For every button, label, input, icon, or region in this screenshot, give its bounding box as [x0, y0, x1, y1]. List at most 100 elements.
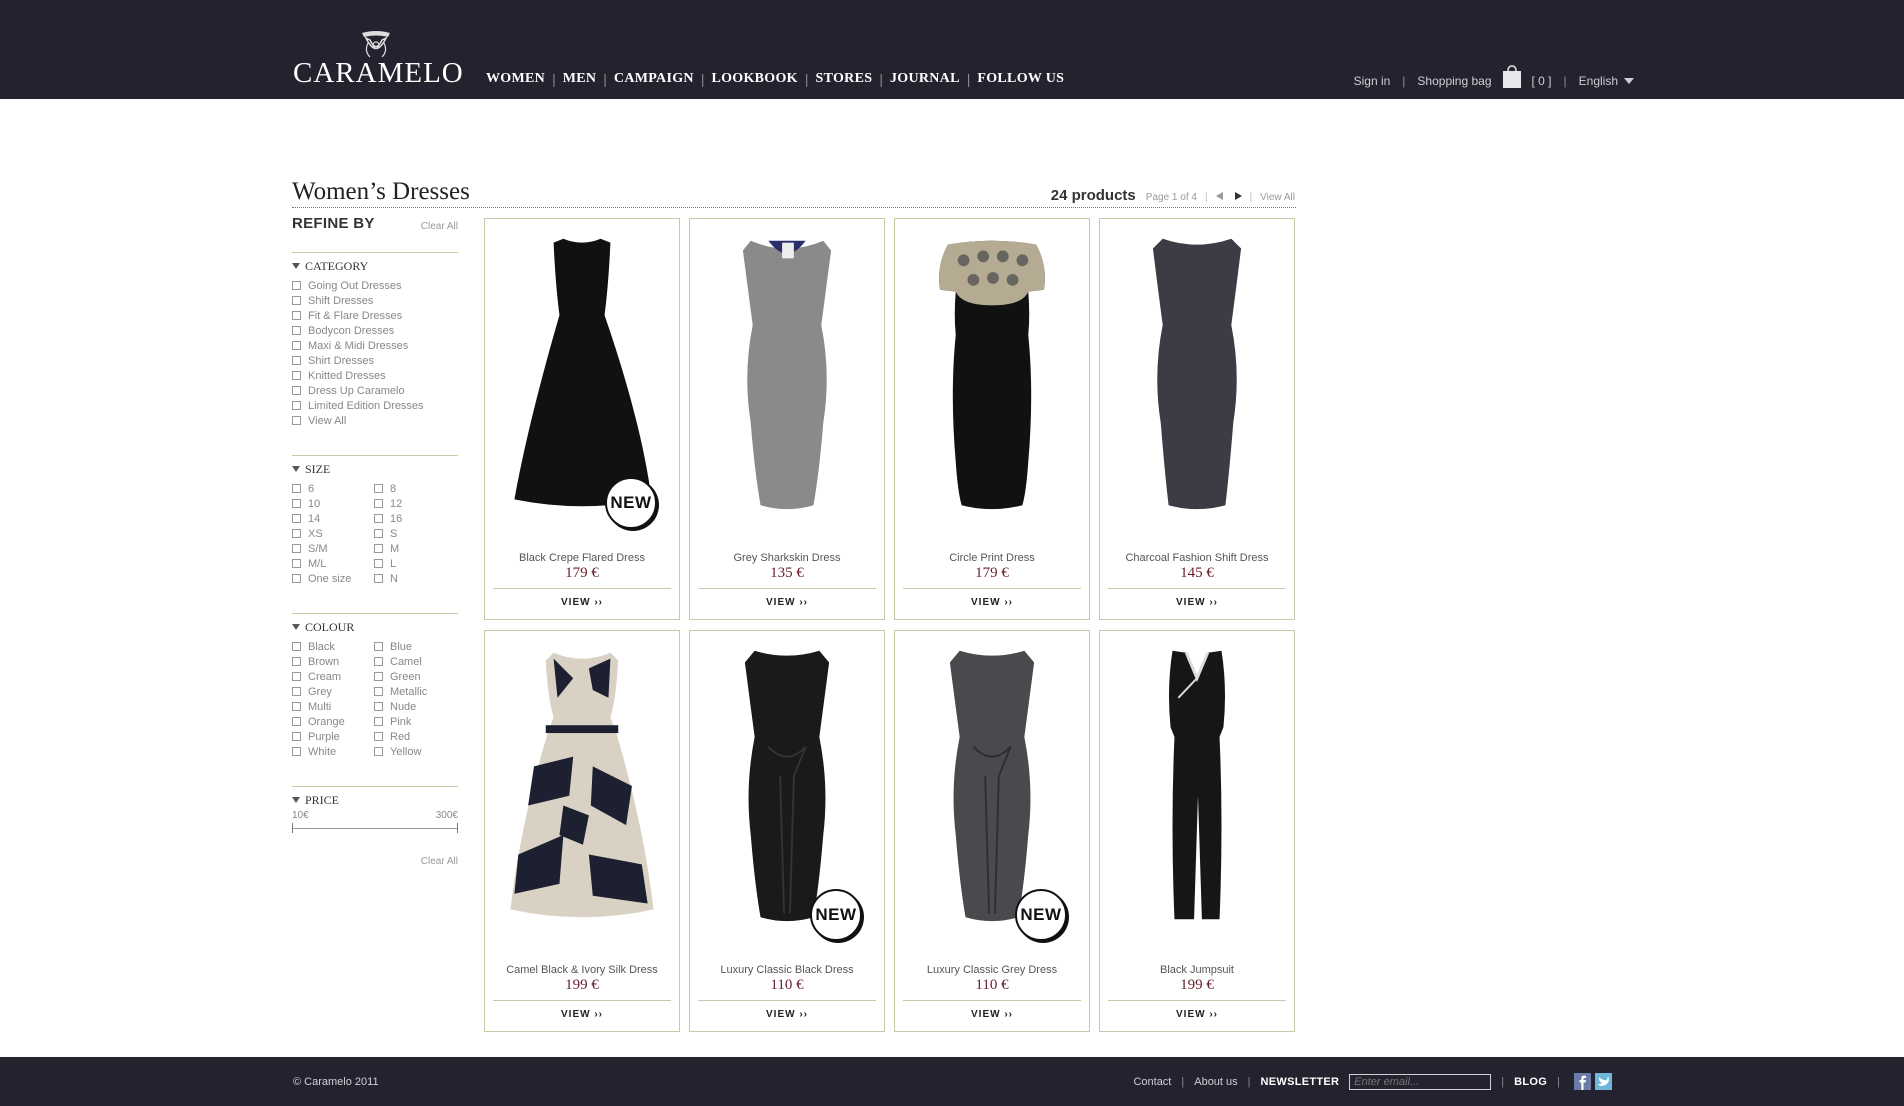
colour-option[interactable]: Yellow [374, 744, 456, 759]
checkbox[interactable] [292, 484, 301, 493]
view-product-button[interactable]: VIEW ›› [690, 1009, 884, 1020]
checkbox[interactable] [374, 702, 383, 711]
product-card[interactable]: Grey Sharkskin Dress 135 € VIEW ›› [689, 218, 885, 620]
product-image[interactable] [903, 639, 1081, 929]
checkbox[interactable] [292, 499, 301, 508]
checkbox[interactable] [292, 529, 301, 538]
category-option[interactable]: Shirt Dresses [292, 353, 458, 368]
view-product-button[interactable]: VIEW ›› [1100, 597, 1294, 608]
newsletter-email-input[interactable] [1349, 1073, 1492, 1090]
colour-option[interactable]: Brown [292, 654, 374, 669]
colour-option[interactable]: Pink [374, 714, 456, 729]
colour-option[interactable]: Red [374, 729, 456, 744]
colour-option[interactable]: Black [292, 639, 374, 654]
colour-option[interactable]: White [292, 744, 374, 759]
category-option[interactable]: Maxi & Midi Dresses [292, 338, 458, 353]
product-name[interactable]: Circle Print Dress [895, 552, 1089, 564]
product-card[interactable]: Black Jumpsuit 199 € VIEW ›› [1099, 630, 1295, 1032]
checkbox[interactable] [374, 642, 383, 651]
clear-all-button[interactable]: Clear All [421, 221, 458, 232]
product-card[interactable]: NEW Black Crepe Flared Dress 179 € VIEW ›› [484, 218, 680, 620]
checkbox[interactable] [374, 529, 383, 538]
category-option[interactable]: Bodycon Dresses [292, 323, 458, 338]
product-image[interactable] [698, 639, 876, 929]
size-option[interactable]: 10 [292, 496, 374, 511]
size-option[interactable]: 6 [292, 481, 374, 496]
category-toggle[interactable]: CATEGORY [292, 256, 458, 276]
checkbox[interactable] [374, 574, 383, 583]
size-option[interactable]: 16 [374, 511, 456, 526]
category-option[interactable]: Shift Dresses [292, 293, 458, 308]
nav-men[interactable]: MEN [563, 71, 597, 87]
nav-journal[interactable]: JOURNAL [890, 71, 960, 87]
nav-campaign[interactable]: CAMPAIGN [614, 71, 694, 87]
checkbox[interactable] [374, 514, 383, 523]
twitter-icon[interactable] [1595, 1073, 1612, 1090]
product-name[interactable]: Luxury Classic Grey Dress [895, 964, 1089, 976]
checkbox[interactable] [374, 672, 383, 681]
product-name[interactable]: Black Crepe Flared Dress [485, 552, 679, 564]
checkbox[interactable] [292, 341, 301, 350]
about-link[interactable]: About us [1194, 1076, 1237, 1088]
category-option[interactable]: Fit & Flare Dresses [292, 308, 458, 323]
checkbox[interactable] [292, 672, 301, 681]
view-product-button[interactable]: VIEW ›› [690, 597, 884, 608]
checkbox[interactable] [374, 484, 383, 493]
size-option[interactable]: 14 [292, 511, 374, 526]
price-slider[interactable] [292, 823, 458, 835]
price-toggle[interactable]: PRICE [292, 790, 458, 810]
size-option[interactable]: N [374, 571, 456, 586]
category-option[interactable]: View All [292, 413, 458, 428]
product-image[interactable] [1108, 639, 1286, 929]
product-name[interactable]: Grey Sharkskin Dress [690, 552, 884, 564]
category-option[interactable]: Going Out Dresses [292, 278, 458, 293]
checkbox[interactable] [374, 544, 383, 553]
slider-max-handle[interactable] [457, 823, 458, 833]
contact-link[interactable]: Contact [1133, 1076, 1171, 1088]
checkbox[interactable] [374, 499, 383, 508]
checkbox[interactable] [374, 732, 383, 741]
checkbox[interactable] [374, 747, 383, 756]
size-option[interactable]: S [374, 526, 456, 541]
checkbox[interactable] [292, 514, 301, 523]
checkbox[interactable] [292, 416, 301, 425]
product-image[interactable] [698, 227, 876, 517]
checkbox[interactable] [292, 687, 301, 696]
product-image[interactable] [493, 227, 671, 517]
sign-in-link[interactable]: Sign in [1354, 74, 1391, 88]
colour-option[interactable]: Grey [292, 684, 374, 699]
category-option[interactable]: Dress Up Caramelo [292, 383, 458, 398]
view-product-button[interactable]: VIEW ›› [895, 597, 1089, 608]
checkbox[interactable] [292, 574, 301, 583]
view-product-button[interactable]: VIEW ›› [485, 1009, 679, 1020]
nav-lookbook[interactable]: LOOKBOOK [711, 71, 797, 87]
clear-all-bottom-button[interactable]: Clear All [421, 856, 458, 867]
product-card[interactable]: Charcoal Fashion Shift Dress 145 € VIEW ›› [1099, 218, 1295, 620]
next-page-icon[interactable] [1234, 192, 1242, 200]
view-product-button[interactable]: VIEW ›› [1100, 1009, 1294, 1020]
product-name[interactable]: Black Jumpsuit [1100, 964, 1294, 976]
category-option[interactable]: Limited Edition Dresses [292, 398, 458, 413]
checkbox[interactable] [292, 296, 301, 305]
checkbox[interactable] [292, 371, 301, 380]
checkbox[interactable] [374, 657, 383, 666]
product-card[interactable]: Circle Print Dress 179 € VIEW ›› [894, 218, 1090, 620]
checkbox[interactable] [292, 732, 301, 741]
checkbox[interactable] [292, 356, 301, 365]
checkbox[interactable] [292, 401, 301, 410]
size-option[interactable]: XS [292, 526, 374, 541]
checkbox[interactable] [374, 559, 383, 568]
checkbox[interactable] [292, 717, 301, 726]
checkbox[interactable] [292, 544, 301, 553]
checkbox[interactable] [292, 747, 301, 756]
colour-option[interactable]: Purple [292, 729, 374, 744]
nav-follow-us[interactable]: FOLLOW US [977, 71, 1064, 87]
size-option[interactable]: One size [292, 571, 374, 586]
colour-option[interactable]: Blue [374, 639, 456, 654]
checkbox[interactable] [292, 559, 301, 568]
checkbox[interactable] [292, 386, 301, 395]
size-toggle[interactable]: SIZE [292, 459, 458, 479]
view-all-link[interactable]: View All [1260, 192, 1295, 203]
blog-link[interactable]: BLOG [1514, 1076, 1547, 1088]
product-card[interactable]: NEW Luxury Classic Black Dress 110 € VIEW ›… [689, 630, 885, 1032]
